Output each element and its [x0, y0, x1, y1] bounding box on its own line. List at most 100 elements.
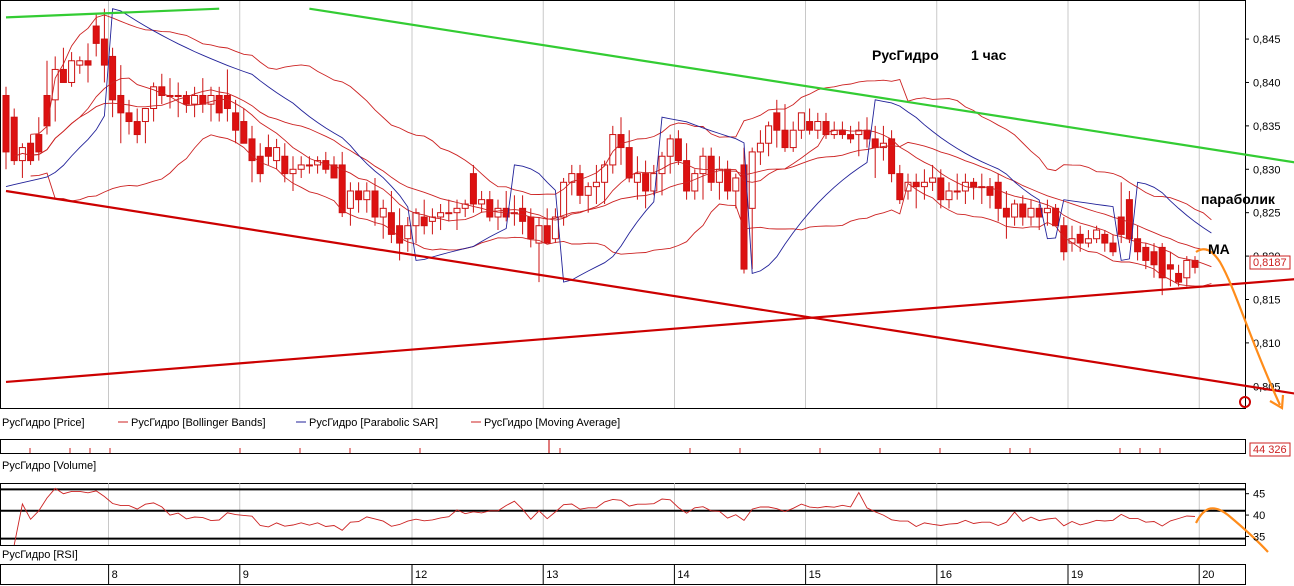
candle-body: [797, 112, 805, 131]
time-tick-label: 16: [940, 569, 952, 581]
candle-body: [289, 168, 297, 175]
time-tick-label: 13: [546, 569, 558, 581]
candle-body: [100, 38, 108, 66]
annotation-ma: MA: [1208, 241, 1230, 257]
candle-body: [1027, 207, 1035, 218]
candle-body: [642, 173, 650, 192]
candle-body: [929, 177, 937, 183]
time-tick-label: 12: [415, 569, 427, 581]
candle-body: [240, 121, 248, 144]
candle-body: [371, 190, 379, 218]
candle-body: [437, 212, 445, 218]
candle-body: [1084, 238, 1092, 244]
legend-bollinger: РусГидро [Bollinger Bands]: [131, 417, 266, 429]
price-tick-label: 0,845: [1253, 34, 1281, 46]
candle-body: [765, 125, 773, 144]
chart-subtitle: 1 час: [971, 47, 1007, 63]
rsi-tick-label: 45: [1253, 489, 1265, 501]
candle-body: [666, 138, 674, 157]
time-tick-label: 9: [243, 569, 249, 581]
candle-body: [297, 164, 305, 170]
time-tick-label: 8: [112, 569, 118, 581]
legend-sar: РусГидро [Parabolic SAR]: [309, 417, 438, 429]
candle-body: [781, 129, 789, 149]
candle-body: [215, 94, 223, 114]
candle-body: [1109, 242, 1117, 253]
candle-body: [699, 155, 707, 175]
candle-body: [527, 216, 535, 240]
candle-body: [658, 155, 666, 175]
candle-body: [1076, 233, 1084, 244]
candle-body: [863, 129, 871, 140]
candle-body: [355, 190, 363, 201]
candle-body: [207, 94, 215, 105]
candle-body: [691, 173, 699, 192]
candle-body: [945, 190, 953, 201]
candle-body: [109, 55, 117, 101]
candle-body: [970, 181, 978, 188]
candle-body: [953, 190, 961, 193]
candle-body: [1101, 233, 1109, 244]
rsi-frame: [0, 483, 1246, 546]
last-price-marker: 0,8187: [1249, 255, 1291, 270]
legend-ma: РусГидро [Moving Average]: [484, 417, 620, 429]
candle-body: [1134, 238, 1142, 253]
candle-body: [920, 181, 928, 188]
candle-body: [912, 181, 920, 188]
candle-body: [486, 199, 494, 218]
candle-body: [937, 177, 945, 201]
candle-body: [43, 94, 51, 127]
candle-body: [1183, 259, 1191, 279]
volume-panel: [0, 439, 1261, 454]
candle-body: [59, 68, 67, 83]
parabolic-sar-line: [5, 8, 1212, 283]
price-tick-label: 0,830: [1253, 164, 1281, 176]
candle-body: [724, 168, 732, 192]
candle-body: [871, 138, 879, 149]
candle-body: [305, 164, 313, 167]
candle-body: [68, 60, 76, 83]
candle-body: [27, 142, 35, 162]
candle-body: [478, 199, 486, 205]
candle-body: [592, 181, 600, 188]
candle-body: [1150, 251, 1158, 266]
time-tick-label: 14: [677, 569, 689, 581]
candle-body: [1019, 203, 1027, 218]
candle-body: [1011, 203, 1019, 218]
candle-body: [806, 121, 814, 131]
candle-body: [379, 207, 387, 218]
chart-canvas: 0,8450,8400,8350,8300,8250,8200,8150,810…: [0, 0, 1294, 585]
candle-body: [396, 225, 404, 244]
candle-body: [584, 186, 592, 196]
time-tick-label: 20: [1202, 569, 1214, 581]
trendline: [309, 7, 1294, 164]
rsi-line: [13, 487, 1196, 546]
time-axis: 8 9 12 13 14 15 16 19 20: [0, 564, 1246, 585]
candle-body: [543, 225, 551, 244]
candle-body: [2, 94, 10, 153]
candle-body: [346, 190, 354, 209]
candle-body: [1125, 199, 1133, 240]
candle-body: [994, 181, 1002, 209]
candle-body: [264, 147, 272, 157]
legend: РусГидро [Price] РусГидро [Bollinger Ban…: [2, 417, 620, 429]
candle-body: [1002, 207, 1010, 218]
candle-body: [1158, 246, 1166, 279]
price-tick-label: 0,815: [1253, 294, 1281, 306]
candle-body: [10, 116, 18, 162]
candle-body: [141, 108, 149, 123]
trendline: [5, 278, 1294, 384]
candle-body: [1175, 272, 1183, 283]
chart-title: РусГидро: [872, 47, 939, 63]
rsi-tick-label: 40: [1253, 510, 1265, 522]
candle-body: [1093, 229, 1101, 240]
candle-body: [84, 60, 92, 66]
candle-body: [1043, 207, 1051, 214]
last-price-label: 0,8187: [1253, 257, 1287, 269]
candle-body: [1166, 264, 1174, 270]
candle-body: [281, 155, 289, 175]
candle-body: [256, 155, 264, 175]
price-tick-label: 0,810: [1253, 338, 1281, 350]
candle-body: [92, 25, 100, 44]
candle-body: [35, 134, 43, 153]
